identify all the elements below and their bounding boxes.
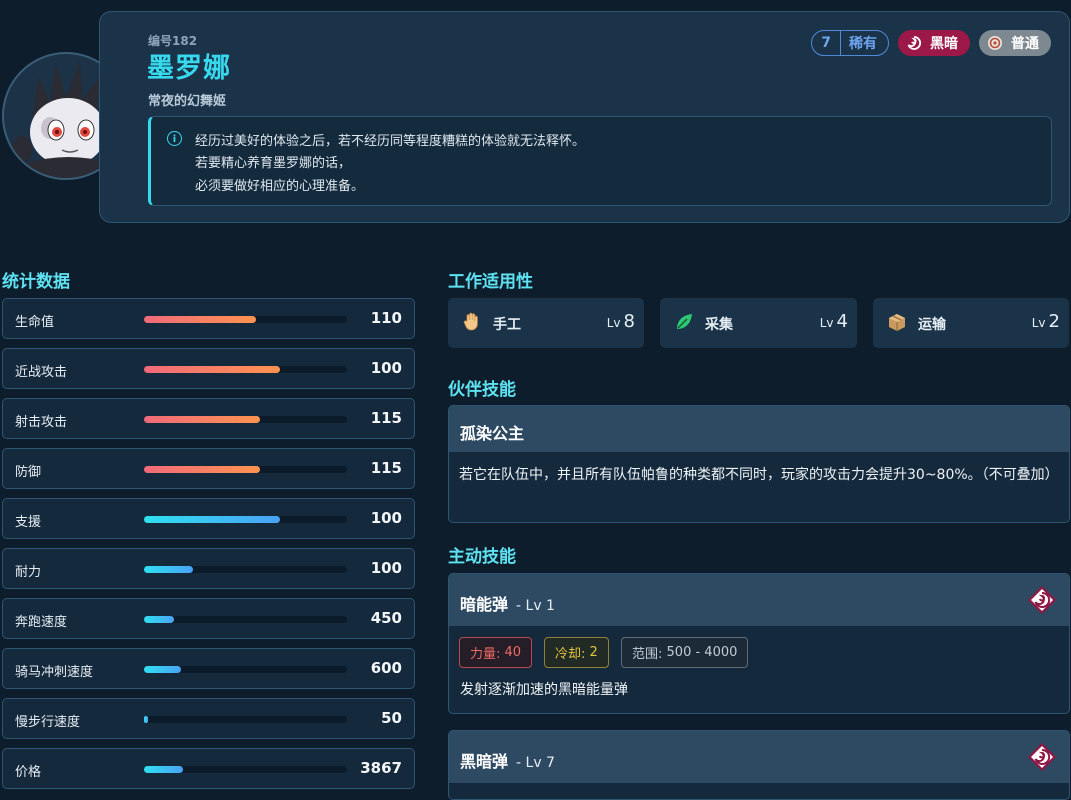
stat-bar-track	[144, 416, 347, 423]
stat-label: 防御	[15, 465, 42, 480]
stat-label: 慢步行速度	[15, 715, 81, 730]
stat-bar-track	[144, 366, 347, 373]
partner-skill-description: 若它在队伍中，并且所有队伍帕鲁的种类都不同时，玩家的攻击力会提升30~80%。（…	[459, 467, 1059, 483]
stat-value: 115	[370, 409, 402, 427]
active-skills-heading: 主动技能	[448, 547, 516, 567]
skill-name: 暗能弹 - Lv 1	[460, 595, 555, 614]
work-card-handiwork[interactable]: 手工 Lv 8	[448, 298, 644, 348]
partner-skill-heading: 伙伴技能	[448, 380, 516, 400]
stat-bar-fill	[144, 466, 260, 473]
stat-label: 奔跑速度	[15, 615, 68, 630]
dark-element-icon	[1027, 585, 1057, 615]
transporting-icon	[887, 312, 907, 332]
stat-row: 防御 115	[2, 448, 415, 489]
rarity-badge: 7 稀有	[811, 30, 889, 56]
stat-bar-fill	[144, 716, 149, 723]
work-level: Lv 4	[819, 311, 848, 332]
skill-cooldown-tag: 冷却: 2	[544, 637, 609, 668]
stat-value: 100	[370, 559, 402, 577]
work-label: 运输	[918, 317, 946, 333]
work-card-transporting[interactable]: 运输 Lv 2	[873, 298, 1069, 348]
stat-row: 射击攻击 115	[2, 398, 415, 439]
description-line: 若要精心养育墨罗娜的话，	[195, 156, 352, 171]
stat-label: 耐力	[15, 565, 42, 580]
stats-heading: 统计数据	[2, 272, 70, 292]
active-skill-card[interactable]: 暗能弹 - Lv 1 力量: 40 冷却: 2 范围: 500 - 4000 发射…	[448, 573, 1070, 714]
stat-bar-track	[144, 716, 347, 723]
neutral-element-icon	[987, 35, 1003, 51]
stat-bar-track	[144, 566, 347, 573]
skill-power-tag: 力量: 40	[459, 637, 533, 668]
stat-row: 慢步行速度 50	[2, 698, 415, 739]
skill-level: - Lv 7	[516, 755, 555, 771]
description-line: 必须要做好相应的心理准备。	[195, 179, 365, 194]
stat-label: 骑马冲刺速度	[15, 665, 94, 680]
stat-bar-fill	[144, 316, 256, 323]
profile-card: 编号182 墨罗娜 常夜的幻舞姬 7 稀有 黑暗 普通 i 经历过美好的体验之后…	[99, 11, 1070, 223]
stat-bar-track	[144, 466, 347, 473]
stat-bar-track	[144, 666, 347, 673]
pal-title: 常夜的幻舞姬	[148, 94, 227, 109]
stat-value: 115	[370, 459, 402, 477]
partner-skill-card: 孤染公主 若它在队伍中，并且所有队伍帕鲁的种类都不同时，玩家的攻击力会提升30~…	[448, 405, 1070, 523]
stat-label: 价格	[15, 765, 42, 780]
stat-bar-track	[144, 316, 347, 323]
stat-bar-fill	[144, 416, 260, 423]
stat-value: 600	[370, 659, 402, 677]
stat-row: 近战攻击 100	[2, 348, 415, 389]
work-label: 手工	[493, 317, 521, 333]
stat-bar-fill	[144, 366, 280, 373]
stat-row: 奔跑速度 450	[2, 598, 415, 639]
stat-value: 3867	[360, 759, 402, 777]
stat-value: 450	[370, 609, 402, 627]
element-label-neutral: 普通	[1011, 36, 1039, 52]
description-box: i 经历过美好的体验之后，若不经历同等程度糟糕的体验就无法释怀。 若要精心养育墨…	[148, 116, 1052, 206]
skill-range-tag: 范围: 500 - 4000	[621, 637, 749, 668]
stat-bar-track	[144, 766, 347, 773]
skill-name: 黑暗弹 - Lv 7	[460, 752, 555, 771]
work-card-gathering[interactable]: 采集 Lv 4	[660, 298, 857, 348]
element-label-dark: 黑暗	[930, 36, 958, 52]
element-badge-neutral[interactable]: 普通	[979, 30, 1051, 56]
partner-skill-name: 孤染公主	[460, 424, 525, 443]
stat-row: 骑马冲刺速度 600	[2, 648, 415, 689]
stat-value: 100	[370, 359, 402, 377]
stat-bar-fill	[144, 566, 193, 573]
work-heading: 工作适用性	[448, 272, 533, 292]
stat-label: 近战攻击	[15, 365, 68, 380]
skill-description: 发射逐渐加速的黑暗能量弹	[460, 682, 628, 698]
work-label: 采集	[705, 317, 733, 333]
dark-element-icon	[1027, 742, 1057, 772]
stat-label: 射击攻击	[15, 415, 68, 430]
skill-level: - Lv 1	[516, 598, 555, 614]
rarity-value: 7	[812, 31, 841, 55]
gathering-icon	[674, 312, 694, 332]
stat-value: 100	[370, 509, 402, 527]
stat-bar-fill	[144, 666, 181, 673]
info-icon: i	[167, 131, 182, 146]
element-badge-dark[interactable]: 黑暗	[898, 30, 970, 56]
stat-row: 支援 100	[2, 498, 415, 539]
stat-label: 支援	[15, 515, 42, 530]
stat-bar-fill	[144, 616, 175, 623]
stat-bar-track	[144, 616, 347, 623]
stat-bar-track	[144, 516, 347, 523]
work-level: Lv 2	[1031, 311, 1060, 332]
dark-element-icon	[906, 35, 922, 51]
stat-value: 110	[370, 309, 402, 327]
work-level: Lv 8	[606, 311, 635, 332]
stat-value: 50	[381, 709, 402, 727]
stat-label: 生命值	[15, 315, 55, 330]
rarity-label: 稀有	[849, 36, 877, 52]
stat-bar-fill	[144, 516, 280, 523]
stat-bar-fill	[144, 766, 183, 773]
description-line: 经历过美好的体验之后，若不经历同等程度糟糕的体验就无法释怀。	[195, 134, 586, 149]
handiwork-icon	[462, 312, 482, 332]
badge-group: 7 稀有 黑暗 普通	[811, 30, 1051, 56]
stat-row: 生命值 110	[2, 298, 415, 339]
stat-row: 耐力 100	[2, 548, 415, 589]
pal-name: 墨罗娜	[147, 53, 231, 84]
stat-row: 价格 3867	[2, 748, 415, 789]
